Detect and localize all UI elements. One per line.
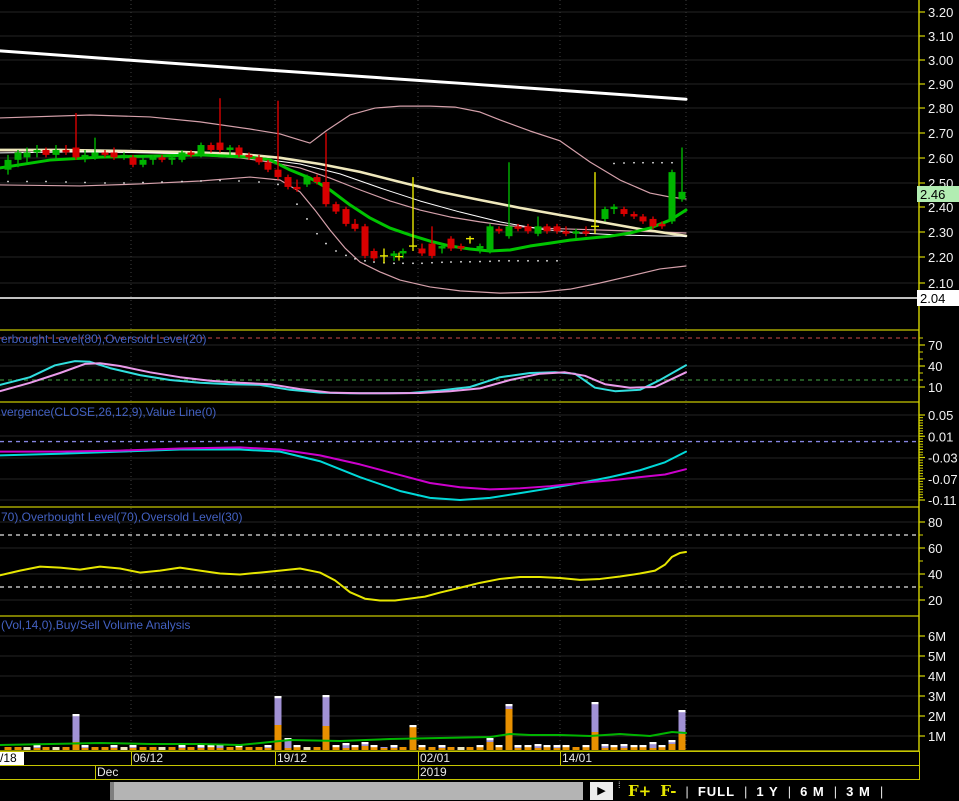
chart-canvas[interactable]: 3.203.103.002.902.802.702.602.502.402.30… xyxy=(0,0,959,751)
scrollbar-thumb[interactable] xyxy=(110,782,583,800)
svg-text:2.40: 2.40 xyxy=(928,200,953,215)
svg-text:2.10: 2.10 xyxy=(928,276,953,291)
play-button[interactable]: ▶ xyxy=(590,782,613,800)
svg-text:3.00: 3.00 xyxy=(928,53,953,68)
chart-window: 3.20 3.10 3.00 2.90 2.80 2.70 2.60 2.50 2.40 2.30… xyxy=(0,0,959,801)
date-axis-row: /18 06/12 19/12 02/01 14/01 xyxy=(0,751,920,766)
play-icon: ▶ xyxy=(597,785,606,797)
date-label: /18 xyxy=(0,752,24,765)
svg-text:2.30: 2.30 xyxy=(928,225,953,240)
volume-panel-label: (Vol,14,0),Buy/Sell Volume Analysis xyxy=(1,618,191,632)
svg-text:1M: 1M xyxy=(928,729,946,744)
svg-text:80: 80 xyxy=(928,515,942,530)
date-separator xyxy=(131,752,132,765)
date-label: 06/12 xyxy=(133,752,163,765)
svg-text:5M: 5M xyxy=(928,649,946,664)
svg-text:4M: 4M xyxy=(928,669,946,684)
svg-text:-0.07: -0.07 xyxy=(928,472,958,487)
svg-text:40: 40 xyxy=(928,359,942,374)
bottom-toolbar: ▶ ⁞ F+ F- | FULL | 1 Y | 6 M | 3 M | xyxy=(0,780,959,801)
svg-text:2.46: 2.46 xyxy=(920,187,945,202)
grip-icon: ⁞ xyxy=(618,780,621,790)
range-full-button[interactable]: FULL xyxy=(698,784,735,799)
date-label: 2019 xyxy=(420,766,447,779)
toolbar-separator: | xyxy=(787,783,792,799)
date-separator xyxy=(560,752,561,765)
month-axis-row: Dec 2019 xyxy=(0,766,920,780)
svg-text:0.01: 0.01 xyxy=(928,429,953,444)
svg-text:3M: 3M xyxy=(928,689,946,704)
date-separator xyxy=(95,766,96,779)
toolbar-separator: | xyxy=(685,783,689,799)
svg-text:2.80: 2.80 xyxy=(928,101,953,116)
date-label: 19/12 xyxy=(277,752,307,765)
svg-text:70: 70 xyxy=(928,338,942,353)
svg-text:2.04: 2.04 xyxy=(920,291,945,306)
svg-text:2M: 2M xyxy=(928,709,946,724)
svg-text:0.05: 0.05 xyxy=(928,408,953,423)
svg-text:-0.03: -0.03 xyxy=(928,451,958,466)
range-1y-button[interactable]: 1 Y xyxy=(756,784,778,799)
svg-text:2.70: 2.70 xyxy=(928,126,953,141)
svg-text:-0.11: -0.11 xyxy=(928,493,957,508)
toolbar-separator: | xyxy=(833,783,838,799)
date-label: Dec xyxy=(97,766,119,779)
rsi-panel-label: 70),Overbought Level(70),Oversold Level(… xyxy=(1,510,243,524)
font-increase-button[interactable]: F+ xyxy=(628,782,651,800)
date-separator xyxy=(418,766,419,779)
svg-text:2.60: 2.60 xyxy=(928,151,953,166)
svg-text:20: 20 xyxy=(928,593,942,608)
range-6m-button[interactable]: 6 M xyxy=(800,784,825,799)
toolbar-separator: | xyxy=(879,783,884,799)
svg-text:3.20: 3.20 xyxy=(928,5,953,20)
svg-text:2.90: 2.90 xyxy=(928,77,953,92)
svg-text:60: 60 xyxy=(928,541,942,556)
range-3m-button[interactable]: 3 M xyxy=(846,784,871,799)
toolbar-separator: | xyxy=(744,783,748,799)
svg-text:3.10: 3.10 xyxy=(928,29,953,44)
svg-text:10: 10 xyxy=(928,380,942,395)
svg-text:40: 40 xyxy=(928,567,942,582)
stochastic-panel-label: erbought Level(80),Oversold Level(20) xyxy=(1,332,207,346)
macd-panel-label: vergence(CLOSE,26,12,9),Value Line(0) xyxy=(1,405,217,419)
date-separator xyxy=(418,752,419,765)
date-separator xyxy=(275,752,276,765)
font-decrease-button[interactable]: F- xyxy=(660,782,676,800)
date-label: 14/01 xyxy=(562,752,592,765)
svg-text:2.20: 2.20 xyxy=(928,250,953,265)
svg-text:6M: 6M xyxy=(928,629,946,644)
date-label: 02/01 xyxy=(420,752,450,765)
